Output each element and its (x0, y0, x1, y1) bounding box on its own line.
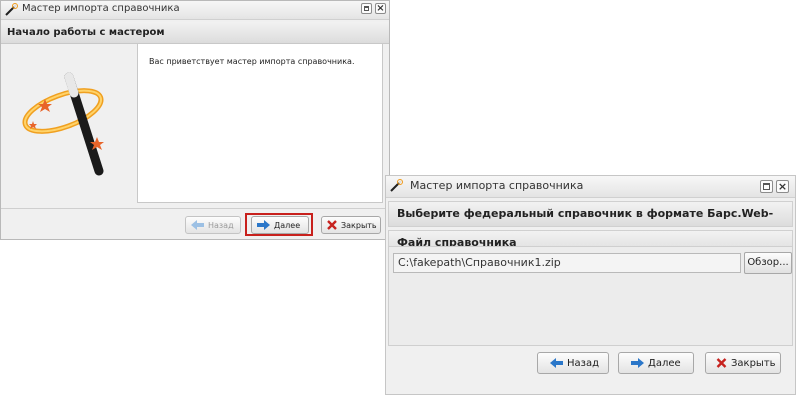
window-title: Мастер импорта справочника (22, 3, 180, 14)
back-button[interactable]: Назад (185, 216, 241, 234)
close-button-label: Закрыть (731, 357, 776, 369)
welcome-text: Вас приветствует мастер импорта справочн… (149, 57, 355, 66)
close-button-label: Закрыть (341, 220, 377, 230)
maximize-icon[interactable] (760, 180, 773, 193)
arrow-left-icon (191, 220, 204, 230)
file-path-input[interactable]: C:\fakepath\Справочник1.zip (393, 253, 741, 273)
window-footer: Назад Далее Закрыть (1, 208, 389, 240)
window-titlebar[interactable]: Мастер импорта справочника × (386, 176, 795, 198)
back-button-label: Назад (208, 220, 234, 230)
x-icon (327, 220, 337, 230)
window-titlebar[interactable]: Мастер импорта справочника × (1, 1, 389, 20)
wizard-window-file-select: Мастер импорта справочника × Выберите фе… (385, 175, 796, 395)
back-button[interactable]: Назад (537, 352, 609, 374)
file-panel: C:\fakepath\Справочник1.zip Обзор... (388, 246, 793, 346)
next-button-highlight (245, 213, 313, 236)
back-button-label: Назад (567, 357, 600, 369)
close-button[interactable]: Закрыть (705, 352, 781, 374)
close-icon[interactable]: × (776, 180, 789, 193)
arrow-right-icon (631, 358, 644, 368)
maximize-icon[interactable] (361, 3, 372, 14)
step-header: Выберите федеральный справочник в формат… (388, 201, 793, 244)
close-icon[interactable]: × (375, 3, 386, 14)
browse-button[interactable]: Обзор... (744, 252, 792, 274)
close-button[interactable]: Закрыть (321, 216, 381, 234)
wand-icon (5, 3, 18, 16)
arrow-left-icon (550, 358, 563, 368)
wand-icon (390, 179, 403, 192)
step-header: Начало работы с мастером (1, 22, 389, 44)
next-button[interactable]: Далее (618, 352, 694, 374)
x-icon (716, 358, 727, 368)
wizard-wand-illustration (22, 72, 104, 176)
welcome-panel: Вас приветствует мастер импорта справочн… (137, 43, 383, 203)
wizard-window-start: Мастер импорта справочника × Начало рабо… (0, 0, 390, 240)
next-button-label: Далее (648, 357, 681, 369)
window-title: Мастер импорта справочника (410, 179, 584, 192)
